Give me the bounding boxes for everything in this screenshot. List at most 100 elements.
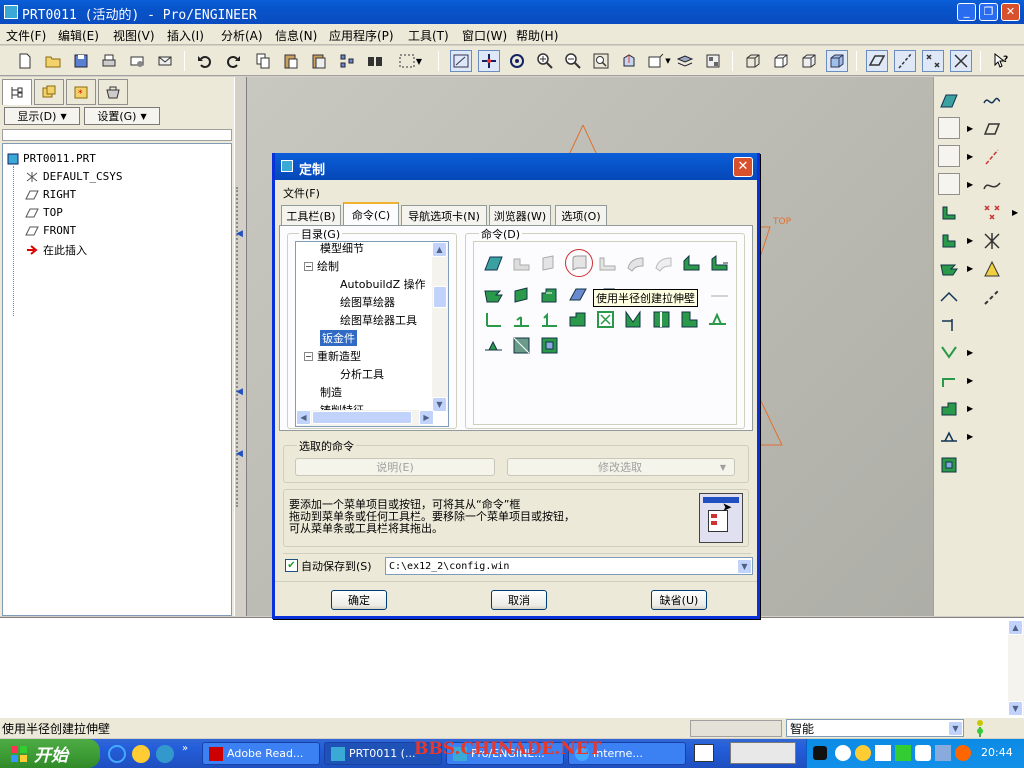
collapse-toggle-icon[interactable]: − xyxy=(304,351,313,361)
flat-pattern-icon[interactable] xyxy=(937,453,961,477)
tray-update-icon[interactable] xyxy=(955,745,971,761)
no-hidden-icon[interactable] xyxy=(798,50,820,72)
minimize-button[interactable]: _ xyxy=(957,3,976,21)
flyout-arrow-icon[interactable]: ▶ xyxy=(1012,208,1018,217)
catalog-hscroll[interactable]: ◀ ▶ xyxy=(296,410,434,426)
datum-curve-icon[interactable] xyxy=(980,173,1004,197)
chain-icon[interactable] xyxy=(980,285,1004,309)
catalog-vscroll[interactable]: ▲ ▼ xyxy=(432,242,448,412)
cmd-unbend-icon[interactable] xyxy=(537,307,561,331)
cmd-flatten-form-icon[interactable] xyxy=(481,333,505,357)
dialog-close-button[interactable]: ✕ xyxy=(733,157,753,177)
menu-analysis[interactable]: 分析(A) xyxy=(221,27,263,44)
tray-app-icon[interactable] xyxy=(813,746,827,760)
menu-tools[interactable]: 工具(T) xyxy=(408,27,449,44)
catalog-list[interactable]: 模型细节 − 绘制 AutobuildZ 操作 绘图草绘器 绘图草绘器工具 钣金件… xyxy=(295,241,449,427)
cmd-extrude-wall-disabled-icon[interactable] xyxy=(537,251,561,275)
tree-item-front[interactable]: FRONT xyxy=(25,224,76,237)
cmd-bend-back-icon[interactable] xyxy=(565,307,589,331)
refit-icon[interactable] xyxy=(590,50,612,72)
settings-dropdown[interactable]: 设置(G) ▼ xyxy=(84,107,160,125)
catalog-item[interactable]: 分析工具 xyxy=(340,366,384,382)
autosave-path-dropdown[interactable]: C:\ex12_2\config.win ▼ xyxy=(385,557,753,575)
catalog-item[interactable]: 模型细节 xyxy=(320,242,364,256)
scroll-left-arrow[interactable]: ◀ xyxy=(296,410,311,425)
cancel-button[interactable]: 取消 xyxy=(491,590,547,610)
datum-axes-toggle-icon[interactable] xyxy=(894,50,916,72)
context-help-icon[interactable]: ? xyxy=(990,50,1012,72)
print-icon[interactable] xyxy=(98,50,120,72)
task-adobe-reader[interactable]: Adobe Read... xyxy=(202,742,320,765)
collapse-arrow-icon[interactable]: ◀ xyxy=(236,449,243,459)
cmd-corner-relief-icon[interactable] xyxy=(677,307,701,331)
start-button[interactable]: 开始 xyxy=(0,739,100,768)
scroll-up-arrow[interactable]: ▲ xyxy=(1008,620,1023,635)
shading-icon[interactable] xyxy=(826,50,848,72)
cmd-radius-extrude-wall-icon[interactable] xyxy=(565,249,593,277)
autosave-checkbox[interactable]: ✔ xyxy=(285,559,298,572)
tray-volume-icon[interactable] xyxy=(915,745,931,761)
catalog-item[interactable]: − 绘制 xyxy=(304,258,339,274)
cmd-bend-wall-disabled-icon[interactable] xyxy=(595,251,619,275)
cmd-punch-icon[interactable] xyxy=(593,307,617,331)
layers-icon[interactable] xyxy=(674,50,696,72)
tab-options[interactable]: 选项(O) xyxy=(555,205,607,225)
tab-browser[interactable]: 浏览器(W) xyxy=(489,205,551,225)
conversion-icon[interactable] xyxy=(937,285,961,309)
cmd-flange-green-icon[interactable] xyxy=(707,251,731,275)
menu-view[interactable]: 视图(V) xyxy=(113,27,155,44)
scroll-thumb[interactable] xyxy=(312,411,412,424)
cmd-datum-icon[interactable] xyxy=(481,251,505,275)
scroll-down-arrow[interactable]: ▼ xyxy=(1008,701,1023,716)
tab-toolbars[interactable]: 工具栏(B) xyxy=(281,205,341,225)
cmd-twist-disabled-icon[interactable] xyxy=(623,251,647,275)
tree-item-right[interactable]: RIGHT xyxy=(25,188,76,201)
send-mail-icon[interactable] xyxy=(126,50,148,72)
cmd-form-icon[interactable] xyxy=(705,307,729,331)
flyout-arrow-icon[interactable]: ▶ xyxy=(967,124,973,133)
wall-tool-icon[interactable] xyxy=(937,201,961,225)
mail-attach-icon[interactable] xyxy=(154,50,176,72)
tab-commands[interactable]: 命令(C) xyxy=(343,202,399,226)
datum-plane-tool-icon[interactable] xyxy=(937,89,961,113)
dialog-title-bar[interactable]: 定制 ✕ xyxy=(275,153,757,180)
filter-dropdown[interactable]: 智能 ▼ xyxy=(786,719,964,737)
hidden-line-icon[interactable] xyxy=(770,50,792,72)
tree-item-top[interactable]: TOP xyxy=(25,206,63,219)
flyout-arrow-icon[interactable]: ▶ xyxy=(967,376,973,385)
default-button[interactable]: 缺省(U) xyxy=(651,590,707,610)
copy-icon[interactable] xyxy=(252,50,274,72)
catalog-item[interactable]: 绘图草绘器工具 xyxy=(340,312,417,328)
menu-insert[interactable]: 插入(I) xyxy=(167,27,204,44)
catalog-item[interactable]: 制造 xyxy=(320,384,342,400)
unbend-icon[interactable] xyxy=(937,341,961,365)
ok-button[interactable]: 确定 xyxy=(331,590,387,610)
flyout-arrow-icon[interactable]: ▶ xyxy=(967,264,973,273)
connections-tab[interactable] xyxy=(98,79,128,105)
collapse-arrow-icon[interactable]: ◀ xyxy=(236,387,243,397)
tray-network-icon[interactable] xyxy=(875,745,891,761)
cmd-deform-area-icon[interactable] xyxy=(509,333,533,357)
cmd-flat-pattern-icon[interactable] xyxy=(537,333,561,357)
cmd-rip-icon[interactable] xyxy=(649,307,673,331)
zoom-in-icon[interactable] xyxy=(534,50,556,72)
cmd-extend-wall-icon[interactable] xyxy=(537,283,561,307)
flyout-arrow-icon[interactable]: ▶ xyxy=(967,432,973,441)
redo-icon[interactable] xyxy=(222,50,244,72)
cmd-notch-icon[interactable] xyxy=(621,307,645,331)
flange-wall-icon[interactable] xyxy=(937,257,961,281)
csys-toggle-icon[interactable] xyxy=(950,50,972,72)
orient-mode-icon[interactable] xyxy=(506,50,528,72)
maximize-button[interactable]: ❐ xyxy=(979,3,998,21)
reorient-icon[interactable] xyxy=(618,50,640,72)
datum-plane-icon[interactable] xyxy=(980,117,1004,141)
browser-quicklaunch-icon[interactable] xyxy=(156,745,174,763)
redraw-icon[interactable] xyxy=(450,50,472,72)
tray-monitor-icon[interactable] xyxy=(935,745,951,761)
scroll-up-arrow[interactable]: ▲ xyxy=(432,242,447,257)
flyout-arrow-icon[interactable]: ▶ xyxy=(967,152,973,161)
describe-button[interactable]: 说明(E) xyxy=(295,458,495,476)
flyout-arrow-icon[interactable]: ▶ xyxy=(967,236,973,245)
cmd-unattached-wall-icon[interactable] xyxy=(509,283,533,307)
menu-file[interactable]: 文件(F) xyxy=(6,27,46,44)
